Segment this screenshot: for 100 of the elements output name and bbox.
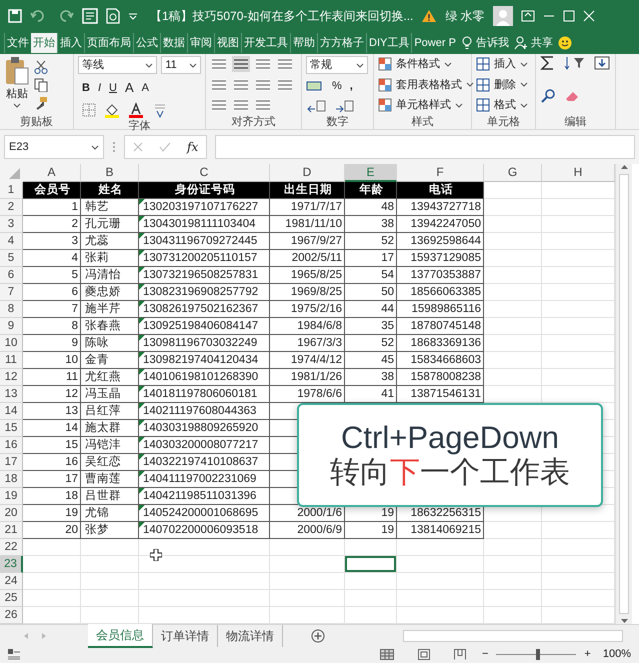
- row-header[interactable]: 24: [0, 573, 23, 590]
- table-cell: 140702200006093518: [139, 522, 270, 539]
- table-cell: 50: [345, 284, 397, 301]
- paste-button[interactable]: 粘贴: [6, 86, 28, 102]
- comma-button[interactable]: ,: [350, 78, 353, 94]
- ribbon-tab[interactable]: 帮助: [290, 32, 317, 54]
- ribbon-tab[interactable]: 方方格子: [317, 32, 366, 54]
- table-cell: 1981/1/26: [270, 369, 345, 386]
- underline-button[interactable]: U: [109, 80, 117, 96]
- row-header[interactable]: 5: [0, 250, 23, 267]
- ribbon-tab[interactable]: Power P: [411, 32, 458, 54]
- shortcut-text: Ctrl+PageDown: [341, 420, 559, 456]
- font-size-dropdown[interactable]: 11: [161, 56, 201, 74]
- column-header[interactable]: F: [397, 164, 484, 182]
- row-header[interactable]: 15: [0, 420, 23, 437]
- row-header[interactable]: 13: [0, 386, 23, 403]
- column-header[interactable]: H: [542, 164, 615, 182]
- table-cell: 18: [23, 488, 81, 505]
- table-cell: 140322197410108637: [139, 454, 270, 471]
- table-cell: 施半芹: [81, 301, 139, 318]
- table-cell: 吴红恋: [81, 454, 139, 471]
- ribbon-tab[interactable]: 公式: [133, 32, 160, 54]
- table-cell: 54: [345, 267, 397, 284]
- column-header[interactable]: C: [139, 164, 270, 182]
- style-menu-button[interactable]: 条件格式: [378, 56, 474, 72]
- ribbon-tab[interactable]: 页面布局: [84, 32, 133, 54]
- row-header[interactable]: 14: [0, 403, 23, 420]
- row-header[interactable]: 6: [0, 267, 23, 284]
- cells-menu-button[interactable]: 插入: [476, 56, 528, 72]
- row-header[interactable]: 11: [0, 352, 23, 369]
- share-button[interactable]: 共享: [528, 32, 555, 54]
- zoom-level[interactable]: 100%: [602, 646, 631, 663]
- ribbon-tab[interactable]: 开发工具: [241, 32, 290, 54]
- number-format-dropdown[interactable]: 常规: [306, 56, 368, 74]
- table-cell: 17: [23, 471, 81, 488]
- table-cell: 14: [23, 420, 81, 437]
- table-cell: 130925198406084147: [139, 318, 270, 335]
- ribbon-tab[interactable]: 审阅: [187, 32, 214, 54]
- row-header[interactable]: 1: [0, 182, 23, 199]
- table-cell: 48: [345, 199, 397, 216]
- column-header[interactable]: G: [484, 164, 542, 182]
- row-header[interactable]: 2: [0, 199, 23, 216]
- row-header[interactable]: 4: [0, 233, 23, 250]
- table-cell: 130982197404120434: [139, 352, 270, 369]
- shrink-font-button[interactable]: A: [142, 80, 149, 96]
- ribbon-tab[interactable]: 开始: [31, 32, 57, 54]
- cells-menu-button[interactable]: 格式: [476, 97, 528, 114]
- row-header[interactable]: 25: [0, 590, 23, 607]
- bold-button[interactable]: B: [82, 80, 90, 96]
- sheet-tab[interactable]: 会员信息: [88, 624, 153, 648]
- row-header[interactable]: 7: [0, 284, 23, 301]
- table-cell: 夔忠娇: [81, 284, 139, 301]
- column-header[interactable]: A: [23, 164, 81, 182]
- row-header[interactable]: 26: [0, 607, 23, 624]
- table-cell: 1981/11/10: [270, 216, 345, 233]
- table-cell: 18566063385: [397, 284, 484, 301]
- table-cell: 1975/2/16: [270, 301, 345, 318]
- row-header[interactable]: 3: [0, 216, 23, 233]
- row-header[interactable]: 17: [0, 454, 23, 471]
- table-cell: 15937129085: [397, 250, 484, 267]
- table-cell: 13: [23, 403, 81, 420]
- ribbon-tab[interactable]: 视图: [214, 32, 241, 54]
- column-header[interactable]: E: [345, 164, 397, 182]
- zoom-out-button[interactable]: −: [482, 646, 488, 663]
- italic-button[interactable]: I: [98, 80, 102, 96]
- name-box[interactable]: E23: [4, 135, 104, 159]
- group-label: 字体: [128, 118, 152, 134]
- row-header[interactable]: 16: [0, 437, 23, 454]
- column-heading: 出生日期: [270, 182, 345, 199]
- table-cell: 1967/3/3: [270, 335, 345, 352]
- row-header[interactable]: 19: [0, 488, 23, 505]
- style-menu-button[interactable]: 套用表格格式: [378, 76, 474, 93]
- row-header[interactable]: 21: [0, 522, 23, 539]
- percent-button[interactable]: %: [332, 78, 342, 94]
- font-name-dropdown[interactable]: 等线: [78, 56, 158, 74]
- row-header[interactable]: 12: [0, 369, 23, 386]
- table-cell: 1965/8/25: [270, 267, 345, 284]
- column-header[interactable]: D: [270, 164, 345, 182]
- ribbon-tab[interactable]: 插入: [57, 32, 84, 54]
- table-cell: 1969/8/25: [270, 284, 345, 301]
- tell-me-search[interactable]: 告诉我: [474, 32, 511, 54]
- row-header[interactable]: 23: [0, 556, 23, 573]
- ribbon-tab[interactable]: DIY工具: [366, 32, 412, 54]
- grow-font-button[interactable]: A: [124, 78, 134, 98]
- table-cell: 4: [23, 250, 81, 267]
- row-header[interactable]: 8: [0, 301, 23, 318]
- row-header[interactable]: 20: [0, 505, 23, 522]
- table-cell: 1984/6/8: [270, 318, 345, 335]
- insert-function-button[interactable]: fx: [187, 138, 198, 156]
- column-header[interactable]: B: [81, 164, 139, 182]
- row-header[interactable]: 9: [0, 318, 23, 335]
- row-header[interactable]: 10: [0, 335, 23, 352]
- zoom-in-button[interactable]: +: [584, 646, 591, 663]
- row-header[interactable]: 22: [0, 539, 23, 556]
- ribbon-tab[interactable]: 数据: [160, 32, 187, 54]
- row-header[interactable]: 18: [0, 471, 23, 488]
- table-cell: 冯铠沣: [81, 437, 139, 454]
- table-cell: 140421198511031396: [139, 488, 270, 505]
- style-menu-button[interactable]: 单元格样式: [378, 97, 474, 114]
- cells-menu-button[interactable]: 删除: [476, 76, 528, 93]
